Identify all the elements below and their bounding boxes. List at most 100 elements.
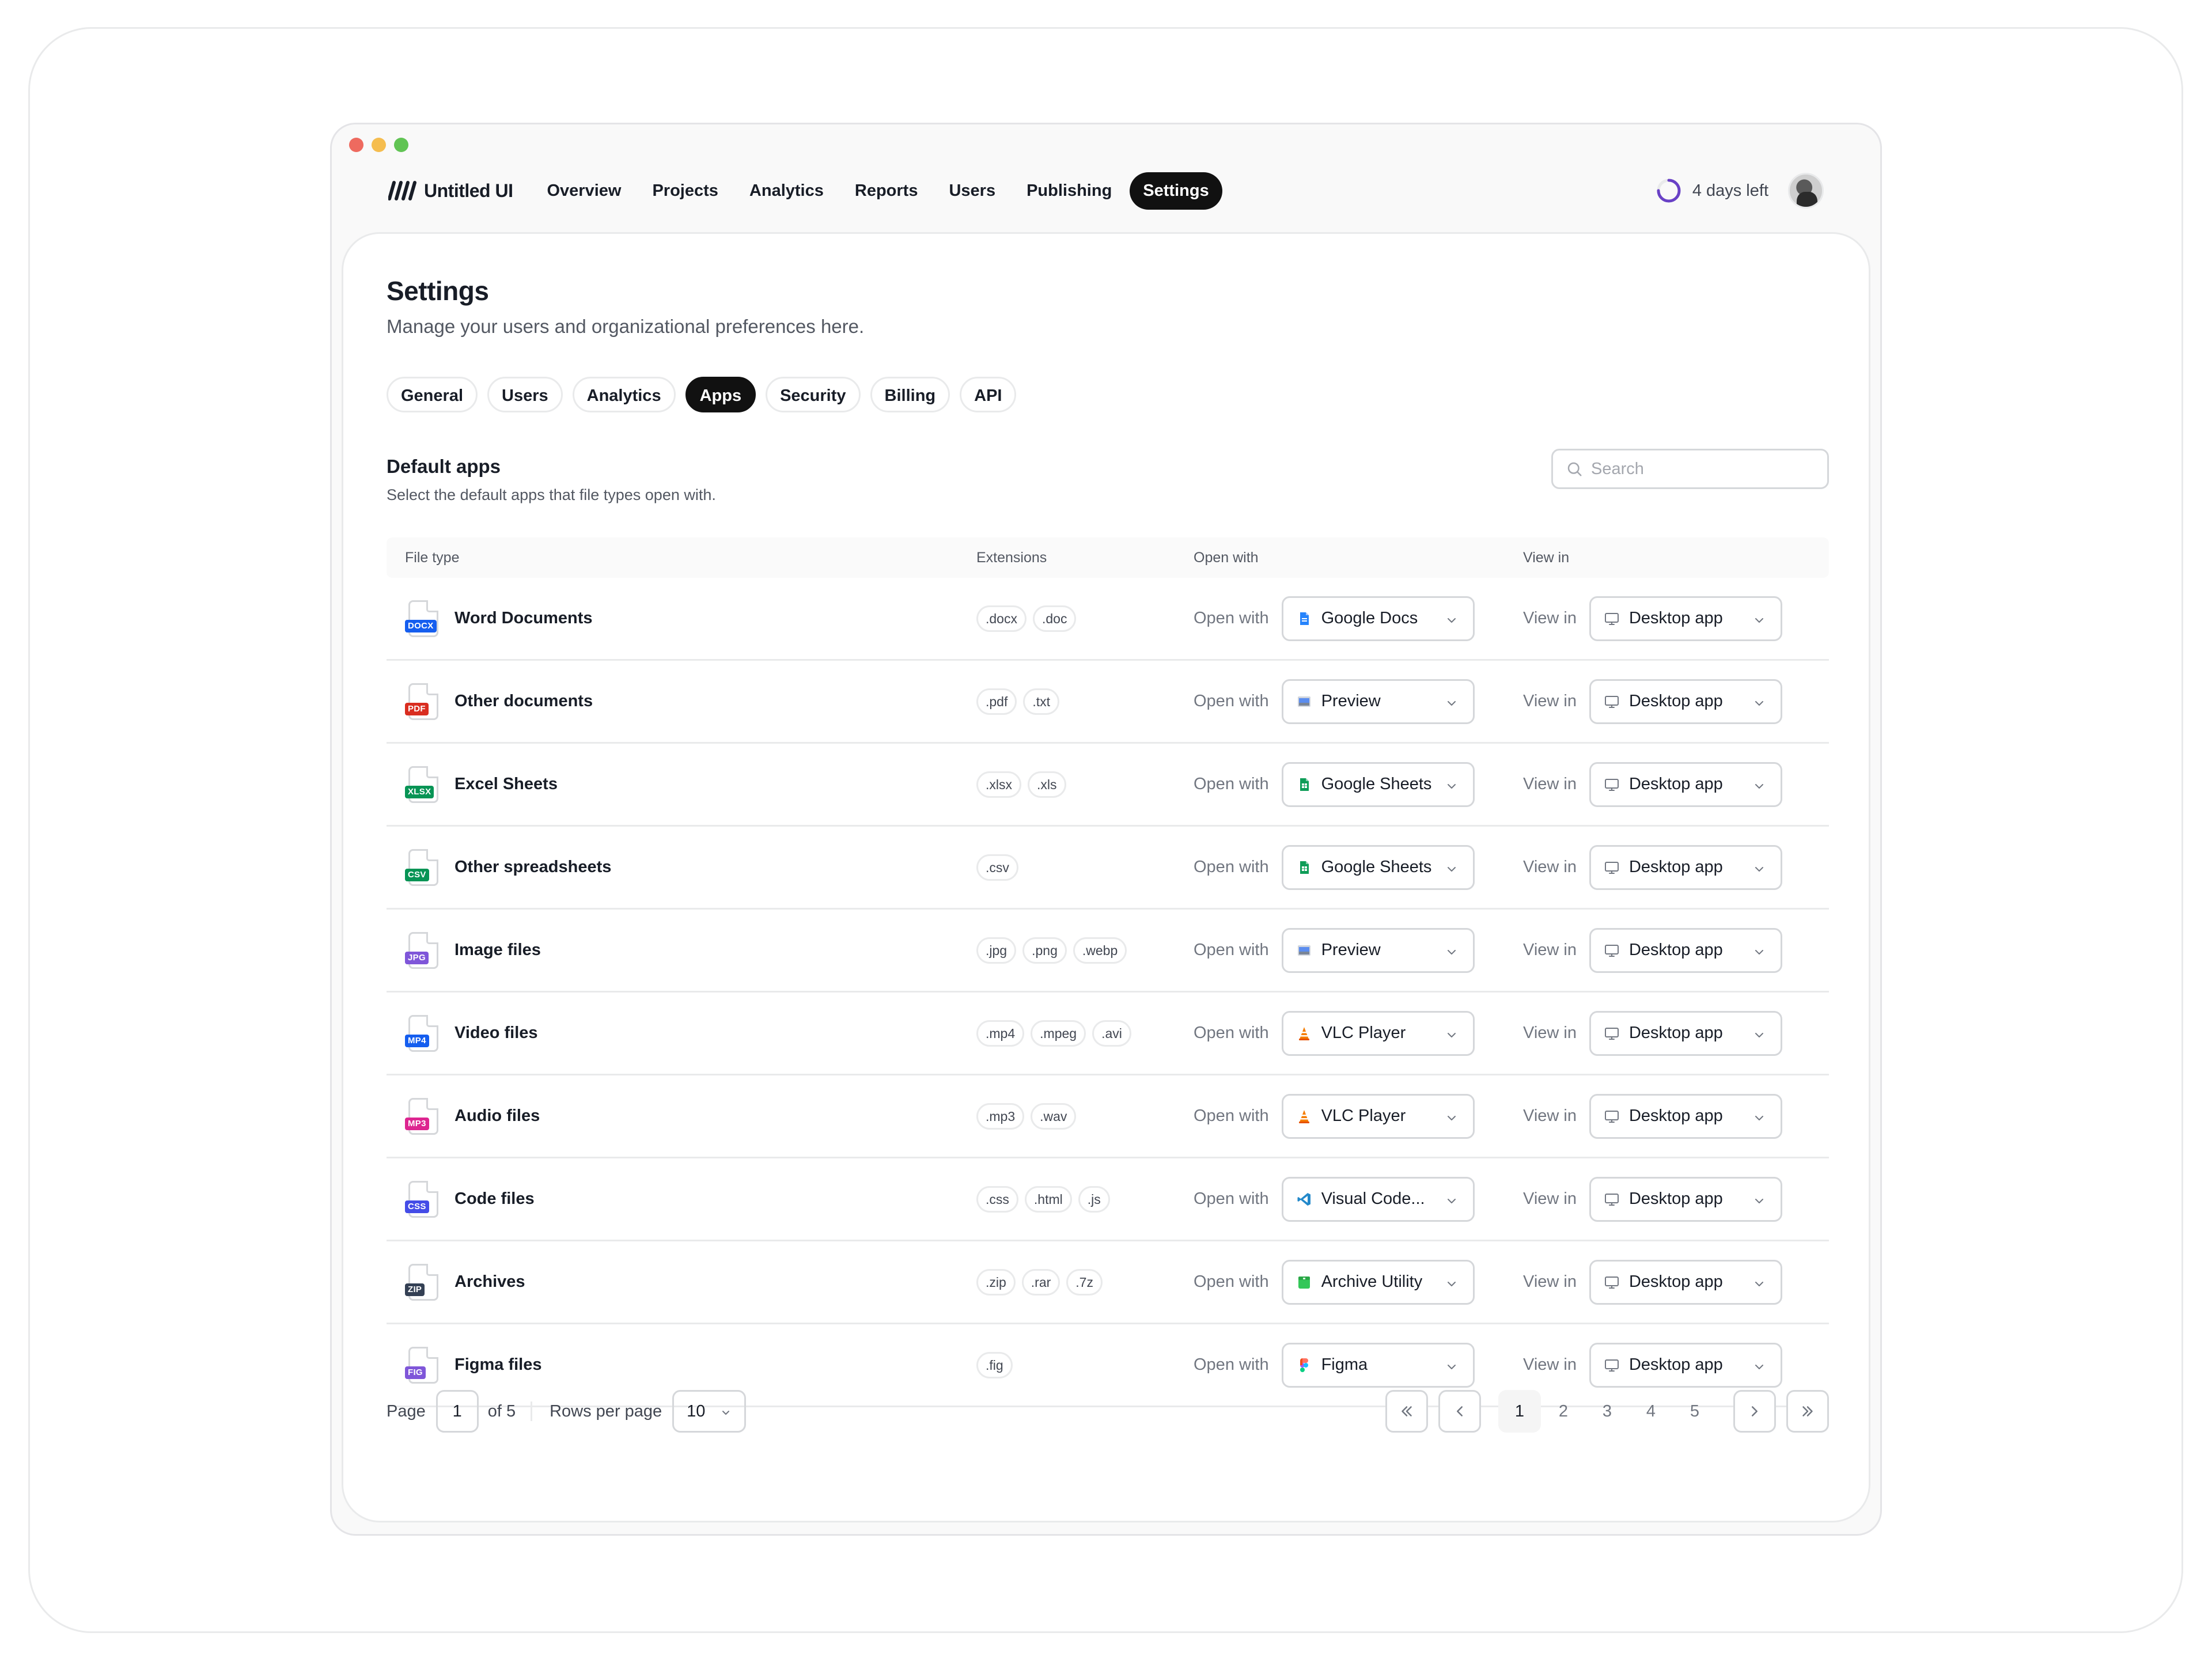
extensions-cell: .zip .rar .7z — [976, 1268, 1194, 1296]
google-sheets-icon — [1296, 859, 1312, 876]
open-with-select[interactable]: Google Sheets — [1281, 762, 1475, 807]
open-with-select[interactable]: Google Docs — [1281, 596, 1475, 641]
view-in-value: Desktop app — [1628, 1190, 1723, 1208]
monitor-icon — [1604, 1274, 1620, 1290]
table-row: MP3 Audio files .mp3 .wav Open with VLC Playe… — [387, 1075, 1829, 1158]
maximize-window-button[interactable] — [394, 138, 408, 152]
chevron-down-icon — [1447, 1115, 1456, 1120]
tab-billing[interactable]: Billing — [870, 377, 950, 412]
view-in-select[interactable]: Desktop app — [1589, 1093, 1782, 1139]
chevron-down-icon — [1755, 783, 1763, 789]
view-in-select[interactable]: Desktop app — [1589, 844, 1782, 890]
view-in-cell: View in Desktop app — [1523, 1093, 1829, 1139]
trial-days-left: 4 days left — [1692, 181, 1768, 200]
file-badge: XLSX — [405, 785, 434, 798]
chevron-down-icon — [1447, 1364, 1456, 1369]
open-with-select[interactable]: Figma — [1281, 1342, 1475, 1388]
open-with-value: Figma — [1321, 1355, 1368, 1374]
open-with-select[interactable]: VLC Player — [1281, 1093, 1475, 1139]
previous-page-button[interactable] — [1438, 1390, 1481, 1433]
brand-name: Untitled UI — [424, 180, 513, 201]
nav-item-settings[interactable]: Settings — [1130, 172, 1222, 210]
monitor-icon — [1604, 611, 1620, 627]
untitled-ui-logo-icon — [388, 181, 416, 200]
brand-logo[interactable]: Untitled UI — [388, 180, 513, 202]
tab-api[interactable]: API — [960, 377, 1017, 412]
open-with-select[interactable]: VLC Player — [1281, 1010, 1475, 1056]
page-label: Page — [387, 1402, 426, 1421]
open-with-label: Open with — [1194, 1107, 1269, 1125]
extension-tag: .pdf — [976, 688, 1017, 715]
extensions-cell: .xlsx .xls — [976, 771, 1194, 798]
tab-apps[interactable]: Apps — [685, 377, 756, 412]
extension-list: .mp4 .mpeg .avi — [976, 1020, 1194, 1047]
nav-item-overview[interactable]: Overview — [533, 172, 634, 210]
extension-list: .pdf .txt — [976, 688, 1194, 715]
view-in-select[interactable]: Desktop app — [1589, 1342, 1782, 1388]
default-apps-table: File type Extensions Open with View in D… — [387, 537, 1829, 1407]
tab-analytics[interactable]: Analytics — [572, 377, 676, 412]
csv-file-icon: CSV — [405, 849, 440, 886]
file-type-cell: CSS Code files — [387, 1180, 976, 1218]
view-in-select[interactable]: Desktop app — [1589, 762, 1782, 807]
tab-general[interactable]: General — [387, 377, 478, 412]
archive-utility-icon — [1296, 1274, 1312, 1290]
view-in-select[interactable]: Desktop app — [1589, 679, 1782, 724]
open-with-select[interactable]: Google Sheets — [1281, 844, 1475, 890]
rows-per-page-select[interactable]: 10 — [672, 1390, 747, 1433]
open-with-label: Open with — [1194, 775, 1269, 793]
file-type-cell: FIG Figma files — [387, 1346, 976, 1384]
nav-item-analytics[interactable]: Analytics — [736, 172, 837, 210]
page-subtitle: Manage your users and organizational pre… — [387, 316, 865, 337]
search-input[interactable] — [1591, 459, 1810, 479]
tab-users[interactable]: Users — [487, 377, 563, 412]
close-window-button[interactable] — [349, 138, 363, 152]
user-avatar[interactable] — [1788, 173, 1824, 209]
table-row: ZIP Archives .zip .rar .7z Open with Archive U… — [387, 1241, 1829, 1324]
view-in-select[interactable]: Desktop app — [1589, 1259, 1782, 1305]
page-4-button[interactable]: 4 — [1630, 1390, 1672, 1433]
page-1-button[interactable]: 1 — [1498, 1390, 1541, 1433]
open-with-value: VLC Player — [1321, 1024, 1406, 1042]
current-page-input[interactable]: 1 — [435, 1390, 479, 1433]
view-in-select[interactable]: Desktop app — [1589, 1176, 1782, 1222]
extension-tag: .docx — [976, 605, 1027, 632]
search-box[interactable] — [1551, 449, 1829, 489]
page-2-button[interactable]: 2 — [1542, 1390, 1585, 1433]
google-sheets-icon — [1296, 777, 1312, 793]
last-page-button[interactable] — [1786, 1390, 1829, 1433]
nav-item-publishing[interactable]: Publishing — [1013, 172, 1125, 210]
file-type-cell: CSV Other spreadsheets — [387, 849, 976, 886]
extensions-cell: .mp3 .wav — [976, 1103, 1194, 1130]
first-page-button[interactable] — [1385, 1390, 1428, 1433]
view-in-select[interactable]: Desktop app — [1589, 596, 1782, 641]
view-in-select[interactable]: Desktop app — [1589, 1010, 1782, 1056]
file-type-cell: ZIP Archives — [387, 1263, 976, 1301]
extension-tag: .webp — [1073, 937, 1127, 964]
file-badge: CSS — [405, 1200, 429, 1213]
extension-list: .mp3 .wav — [976, 1103, 1194, 1130]
extension-tag: .css — [976, 1185, 1018, 1213]
chevron-down-icon — [1755, 1115, 1763, 1120]
open-with-select[interactable]: Archive Utility — [1281, 1259, 1475, 1305]
view-in-label: View in — [1523, 941, 1577, 959]
open-with-value: Preview — [1321, 941, 1381, 959]
window-controls — [349, 138, 408, 152]
open-with-value: Archive Utility — [1321, 1272, 1423, 1291]
open-with-select[interactable]: Visual Code... — [1281, 1176, 1475, 1222]
view-in-select[interactable]: Desktop app — [1589, 927, 1782, 973]
table-row: JPG Image files .jpg .png .webp Open with Prev… — [387, 910, 1829, 993]
page-5-button[interactable]: 5 — [1673, 1390, 1716, 1433]
minimize-window-button[interactable] — [372, 138, 386, 152]
chevron-down-icon — [1755, 700, 1763, 706]
nav-item-reports[interactable]: Reports — [842, 172, 931, 210]
open-with-select[interactable]: Preview — [1281, 927, 1475, 973]
open-with-select[interactable]: Preview — [1281, 679, 1475, 724]
tab-security[interactable]: Security — [766, 377, 861, 412]
page-3-button[interactable]: 3 — [1586, 1390, 1628, 1433]
open-with-cell: Open with Figma — [1194, 1342, 1523, 1388]
nav-item-users[interactable]: Users — [935, 172, 1009, 210]
next-page-button[interactable] — [1733, 1390, 1776, 1433]
extension-tag: .html — [1024, 1185, 1072, 1213]
nav-item-projects[interactable]: Projects — [639, 172, 731, 210]
